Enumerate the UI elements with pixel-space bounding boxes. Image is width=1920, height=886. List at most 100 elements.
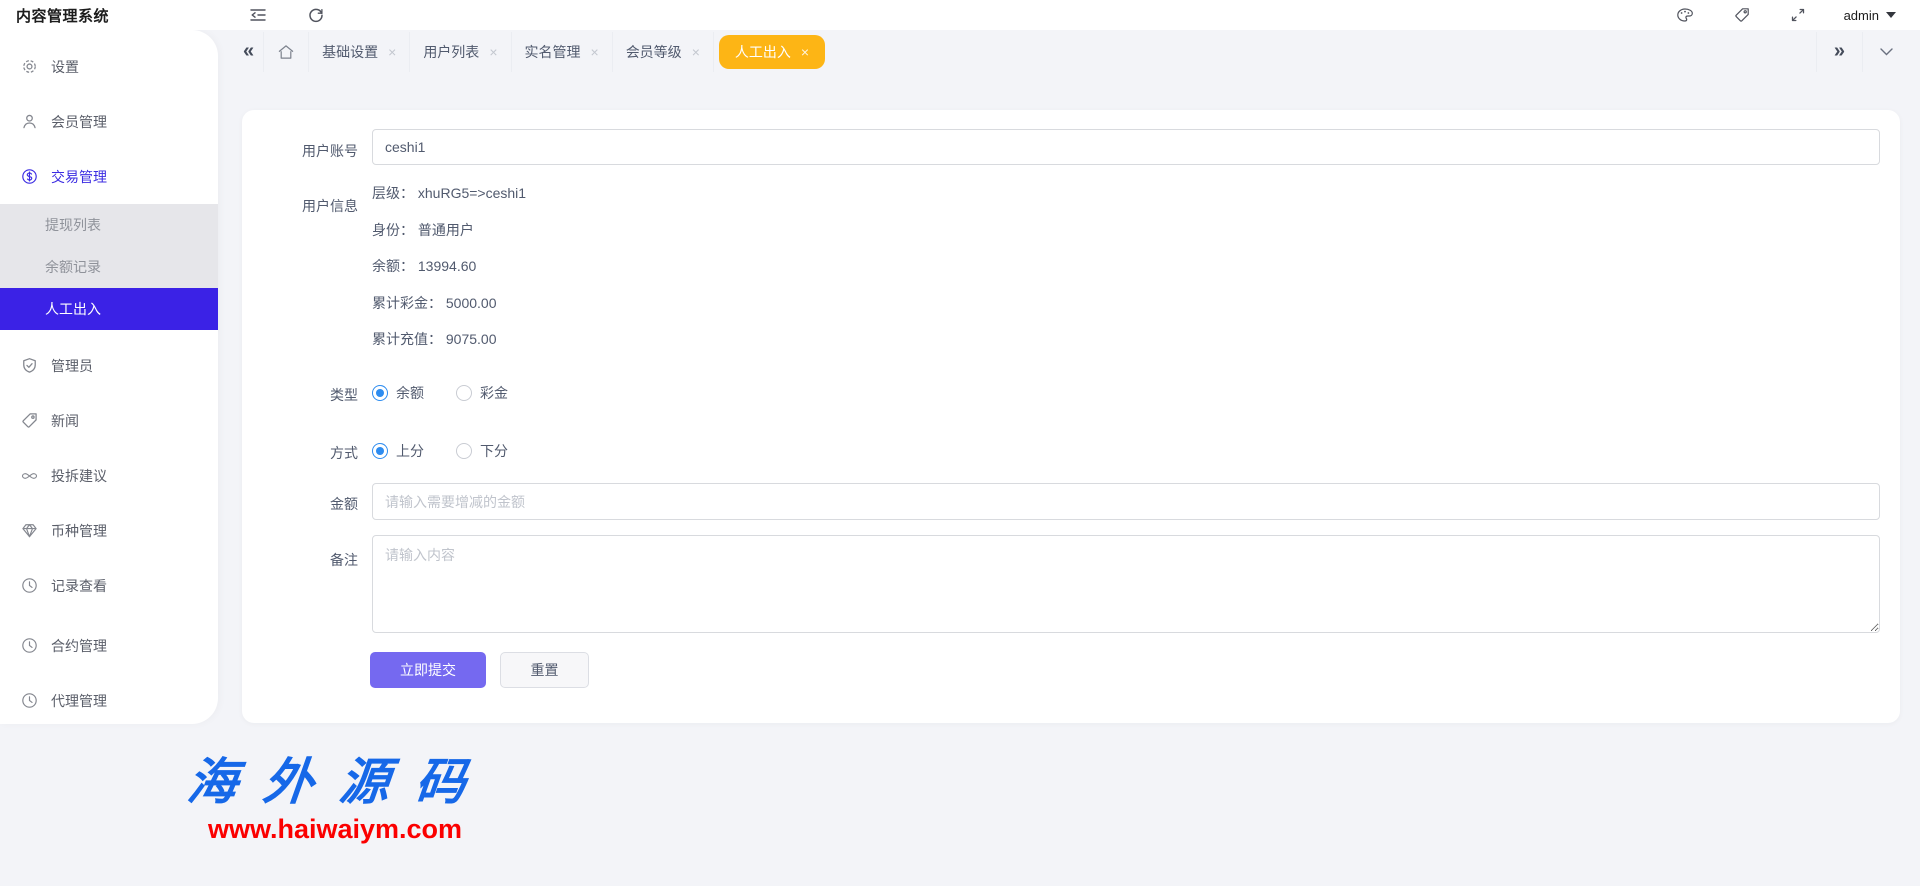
sidebar-item-transactions[interactable]: 交易管理 — [0, 149, 218, 204]
close-icon[interactable]: × — [591, 45, 599, 59]
sidebar-item-label: 管理员 — [51, 357, 93, 374]
sidebar-item-label: 新闻 — [51, 412, 79, 429]
user-icon — [21, 113, 38, 130]
sidebar-item-news[interactable]: 新闻 — [0, 393, 218, 448]
radio-balance[interactable] — [372, 385, 388, 401]
dollar-circle-icon — [21, 168, 38, 185]
menu-fold-icon[interactable] — [248, 5, 268, 25]
amount-input[interactable] — [372, 483, 1880, 520]
tab-label: 人工出入 — [734, 44, 791, 60]
close-icon[interactable]: × — [388, 45, 396, 59]
radio-deduct-points-label[interactable]: 下分 — [480, 441, 508, 461]
watermark: 海外源码 www.haiwaiym.com — [160, 742, 510, 845]
tab-label: 实名管理 — [524, 44, 581, 60]
remark-label: 备注 — [330, 552, 358, 568]
topbar: 内容管理系统 admin — [0, 0, 1920, 30]
amount-label: 金额 — [330, 496, 358, 512]
method-label: 方式 — [330, 445, 358, 461]
tab-user-list[interactable]: 用户列表 × — [410, 35, 510, 69]
sidebar-item-label: 会员管理 — [51, 113, 107, 130]
close-icon[interactable]: × — [692, 45, 700, 59]
sidebar-subitem-balance-records[interactable]: 余额记录 — [0, 246, 218, 288]
radio-add-points-label[interactable]: 上分 — [396, 441, 424, 461]
tab-label: 会员等级 — [625, 44, 682, 60]
admin-app: 内容管理系统 admin « 基础设置 × 用户列表 × 实名管理 × 会员等级… — [0, 0, 1920, 886]
tab-bar: « 基础设置 × 用户列表 × 实名管理 × 会员等级 × 人工出入 × » — [220, 30, 1920, 74]
sidebar-item-contracts[interactable]: 合约管理 — [0, 618, 218, 673]
tab-label: 基础设置 — [322, 44, 379, 60]
infinity-icon — [21, 467, 38, 484]
tab-realname[interactable]: 实名管理 × — [512, 35, 612, 69]
account-input[interactable] — [372, 129, 1880, 165]
home-icon — [277, 44, 295, 60]
close-icon[interactable]: × — [489, 45, 497, 59]
close-icon[interactable]: × — [801, 45, 809, 59]
radio-balance-label[interactable]: 余额 — [396, 383, 424, 403]
sidebar-subitem-manual-inout[interactable]: 人工出入 — [0, 288, 218, 330]
sidebar-item-label: 币种管理 — [51, 522, 107, 539]
sidebar-item-label: 设置 — [51, 58, 79, 75]
radio-add-points[interactable] — [372, 443, 388, 459]
user-menu[interactable]: admin — [1844, 8, 1896, 23]
submit-button[interactable]: 立即提交 — [370, 652, 486, 688]
radio-bonus[interactable] — [456, 385, 472, 401]
tab-member-level[interactable]: 会员等级 × — [613, 35, 713, 69]
palette-icon[interactable] — [1676, 5, 1696, 25]
sidebar-item-records[interactable]: 记录查看 — [0, 558, 218, 613]
user-info-line-bonus: 累计彩金： 5000.00 — [372, 294, 497, 311]
sidebar-item-feedback[interactable]: 投拆建议 — [0, 448, 218, 503]
sidebar-item-currency[interactable]: 币种管理 — [0, 503, 218, 558]
fullscreen-icon[interactable] — [1788, 5, 1808, 25]
sidebar-subitem-label: 人工出入 — [45, 301, 101, 317]
reset-button[interactable]: 重置 — [500, 652, 589, 688]
sidebar-item-settings[interactable]: 设置 — [0, 39, 218, 94]
method-radio-group: 上分 下分 — [372, 436, 540, 466]
manual-inout-form-card: 用户账号 用户信息 层级： xhuRG5=>ceshi1 身份： 普通用户 余额… — [242, 110, 1900, 723]
type-label: 类型 — [330, 387, 358, 403]
sidebar-item-members[interactable]: 会员管理 — [0, 94, 218, 149]
tab-basic-settings[interactable]: 基础设置 × — [309, 35, 409, 69]
user-info-line-level: 层级： xhuRG5=>ceshi1 — [372, 185, 527, 201]
radio-bonus-label[interactable]: 彩金 — [480, 383, 508, 403]
sidebar-item-label: 交易管理 — [51, 168, 107, 185]
sidebar-subitem-label: 提现列表 — [45, 217, 101, 233]
remark-textarea[interactable] — [372, 535, 1880, 633]
refresh-icon[interactable] — [306, 5, 326, 25]
user-info-line-balance: 余额： 13994.60 — [372, 258, 477, 274]
sidebar-item-agents[interactable]: 代理管理 — [0, 673, 218, 728]
shield-check-icon — [21, 357, 38, 374]
sidebar-subitem-label: 余额记录 — [45, 259, 101, 275]
caret-down-icon — [1886, 12, 1896, 18]
sidebar: 设置 会员管理 交易管理 提现列表 余额记录 人工出入 管理员 新闻 投拆建议 … — [0, 30, 218, 724]
sidebar-item-label: 代理管理 — [51, 692, 107, 709]
user-info-line-identity: 身份： 普通用户 — [372, 221, 474, 238]
clock-circle-icon — [21, 637, 38, 654]
account-label: 用户账号 — [302, 143, 358, 159]
user-info-block: 层级： xhuRG5=>ceshi1 身份： 普通用户 余额： 13994.60… — [372, 175, 526, 358]
home-tab[interactable] — [264, 44, 308, 60]
tag-icon — [21, 412, 38, 429]
divider — [712, 32, 714, 72]
sidebar-item-label: 投拆建议 — [51, 467, 107, 484]
gear-icon — [21, 58, 38, 75]
scroll-tabs-right-icon[interactable]: » — [1817, 41, 1862, 64]
app-title: 内容管理系统 — [16, 7, 110, 25]
user-name: admin — [1843, 7, 1879, 23]
watermark-brand: 海外源码 — [184, 752, 495, 811]
tag-icon[interactable] — [1732, 5, 1752, 25]
scroll-tabs-left-icon[interactable]: « — [243, 41, 263, 64]
type-radio-group: 余额 彩金 — [372, 378, 540, 408]
sidebar-item-label: 记录查看 — [51, 577, 107, 594]
user-info-label: 用户信息 — [302, 198, 358, 214]
watermark-url: www.haiwaiym.com — [207, 814, 463, 844]
tab-bar-right: » — [1815, 30, 1910, 74]
tab-manual-inout[interactable]: 人工出入 × — [718, 35, 826, 69]
sidebar-item-label: 合约管理 — [51, 637, 107, 654]
sidebar-subitem-withdraw-list[interactable]: 提现列表 — [0, 204, 218, 246]
clock-circle-icon — [21, 692, 38, 709]
gem-icon — [21, 522, 38, 539]
user-info-line-deposit: 累计充值： 9075.00 — [372, 331, 497, 347]
radio-deduct-points[interactable] — [456, 443, 472, 459]
tab-options-icon[interactable] — [1863, 48, 1910, 56]
sidebar-item-admins[interactable]: 管理员 — [0, 338, 218, 393]
